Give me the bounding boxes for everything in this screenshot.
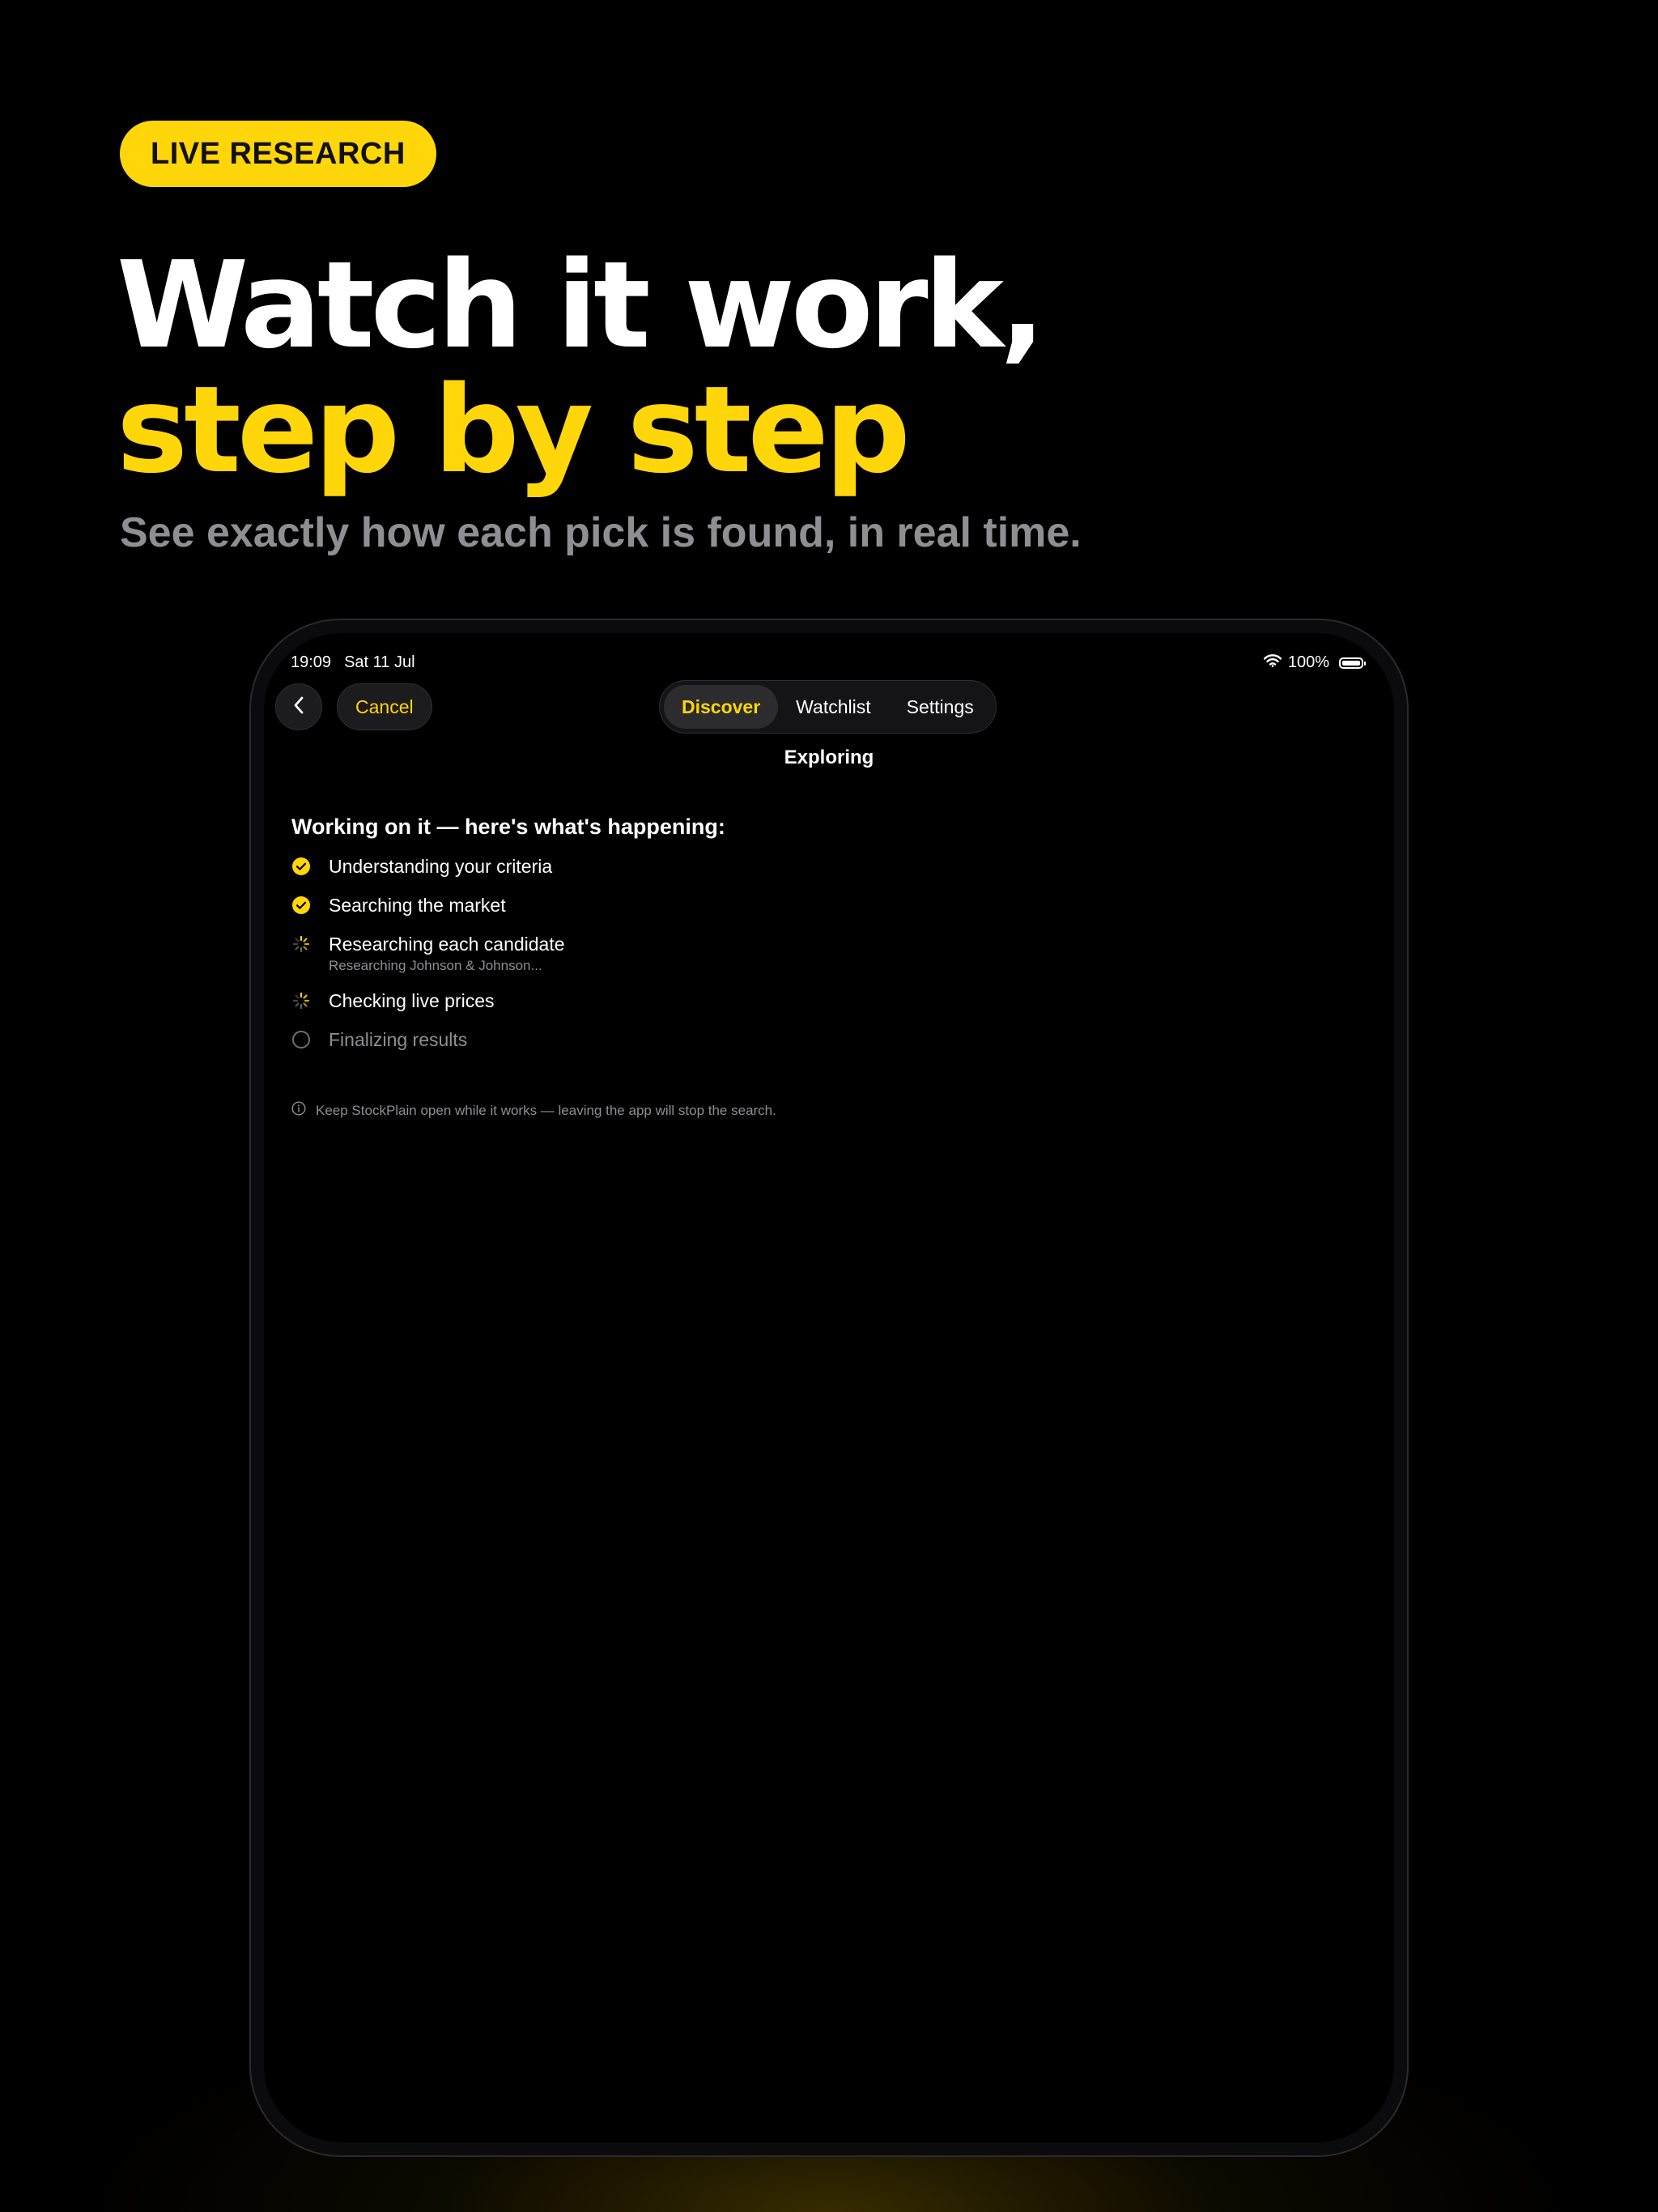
progress-heading: Working on it — here's what's happening: xyxy=(291,815,725,839)
chevron-left-icon xyxy=(292,696,305,719)
promo-subtitle: See exactly how each pick is found, in r… xyxy=(120,509,1082,556)
tab-discover[interactable]: Discover xyxy=(664,685,779,729)
app-screen: 19:09 Sat 11 Jul 100% Cancel Discover Wa… xyxy=(264,633,1394,2142)
cancel-button[interactable]: Cancel xyxy=(337,683,432,730)
battery-level: 100% xyxy=(1287,653,1329,671)
step-searching-market: Searching the market xyxy=(291,894,565,917)
status-time: 19:09 xyxy=(291,653,332,671)
step-detail: Researching Johnson & Johnson... xyxy=(329,958,542,973)
step-understanding-criteria: Understanding your criteria xyxy=(291,855,565,878)
battery-icon xyxy=(1339,657,1366,669)
tab-watchlist[interactable]: Watchlist xyxy=(778,685,888,729)
check-circle-icon xyxy=(291,895,311,915)
status-date: Sat 11 Jul xyxy=(344,653,415,671)
promo-headline: Watch it work, step by step xyxy=(117,236,1045,500)
footnote-text: Keep StockPlain open while it works — le… xyxy=(316,1102,776,1118)
step-label: Searching the market xyxy=(329,895,506,916)
segmented-tabs: Discover Watchlist Settings xyxy=(659,680,997,734)
check-circle-icon xyxy=(291,857,311,876)
step-researching-candidates: Researching each candidate Researching J… xyxy=(291,933,565,974)
status-bar-left: 19:09 Sat 11 Jul xyxy=(291,653,415,672)
step-label: Finalizing results xyxy=(329,1029,468,1050)
live-research-badge: LIVE RESEARCH xyxy=(120,121,436,187)
wifi-icon xyxy=(1263,653,1282,672)
status-bar-right: 100% xyxy=(1263,653,1366,672)
spinner-icon xyxy=(291,934,311,954)
step-label: Understanding your criteria xyxy=(329,856,553,877)
info-icon xyxy=(291,1101,306,1120)
step-label: Checking live prices xyxy=(329,990,495,1011)
step-checking-prices: Checking live prices xyxy=(291,989,565,1013)
spinner-icon xyxy=(291,991,311,1010)
step-label: Researching each candidate xyxy=(329,934,565,955)
tab-settings[interactable]: Settings xyxy=(889,685,992,729)
keep-open-note: Keep StockPlain open while it works — le… xyxy=(291,1101,776,1120)
progress-steps: Understanding your criteria Searching th… xyxy=(291,855,565,1067)
screen-title: Exploring xyxy=(784,747,874,768)
headline-line-1: Watch it work, xyxy=(117,236,1045,375)
step-finalizing-results: Finalizing results xyxy=(291,1028,565,1052)
back-button[interactable] xyxy=(275,683,322,730)
headline-line-2: step by step xyxy=(117,360,911,500)
empty-circle-icon xyxy=(291,1030,311,1049)
tablet-frame: 19:09 Sat 11 Jul 100% Cancel Discover Wa… xyxy=(249,619,1409,2157)
